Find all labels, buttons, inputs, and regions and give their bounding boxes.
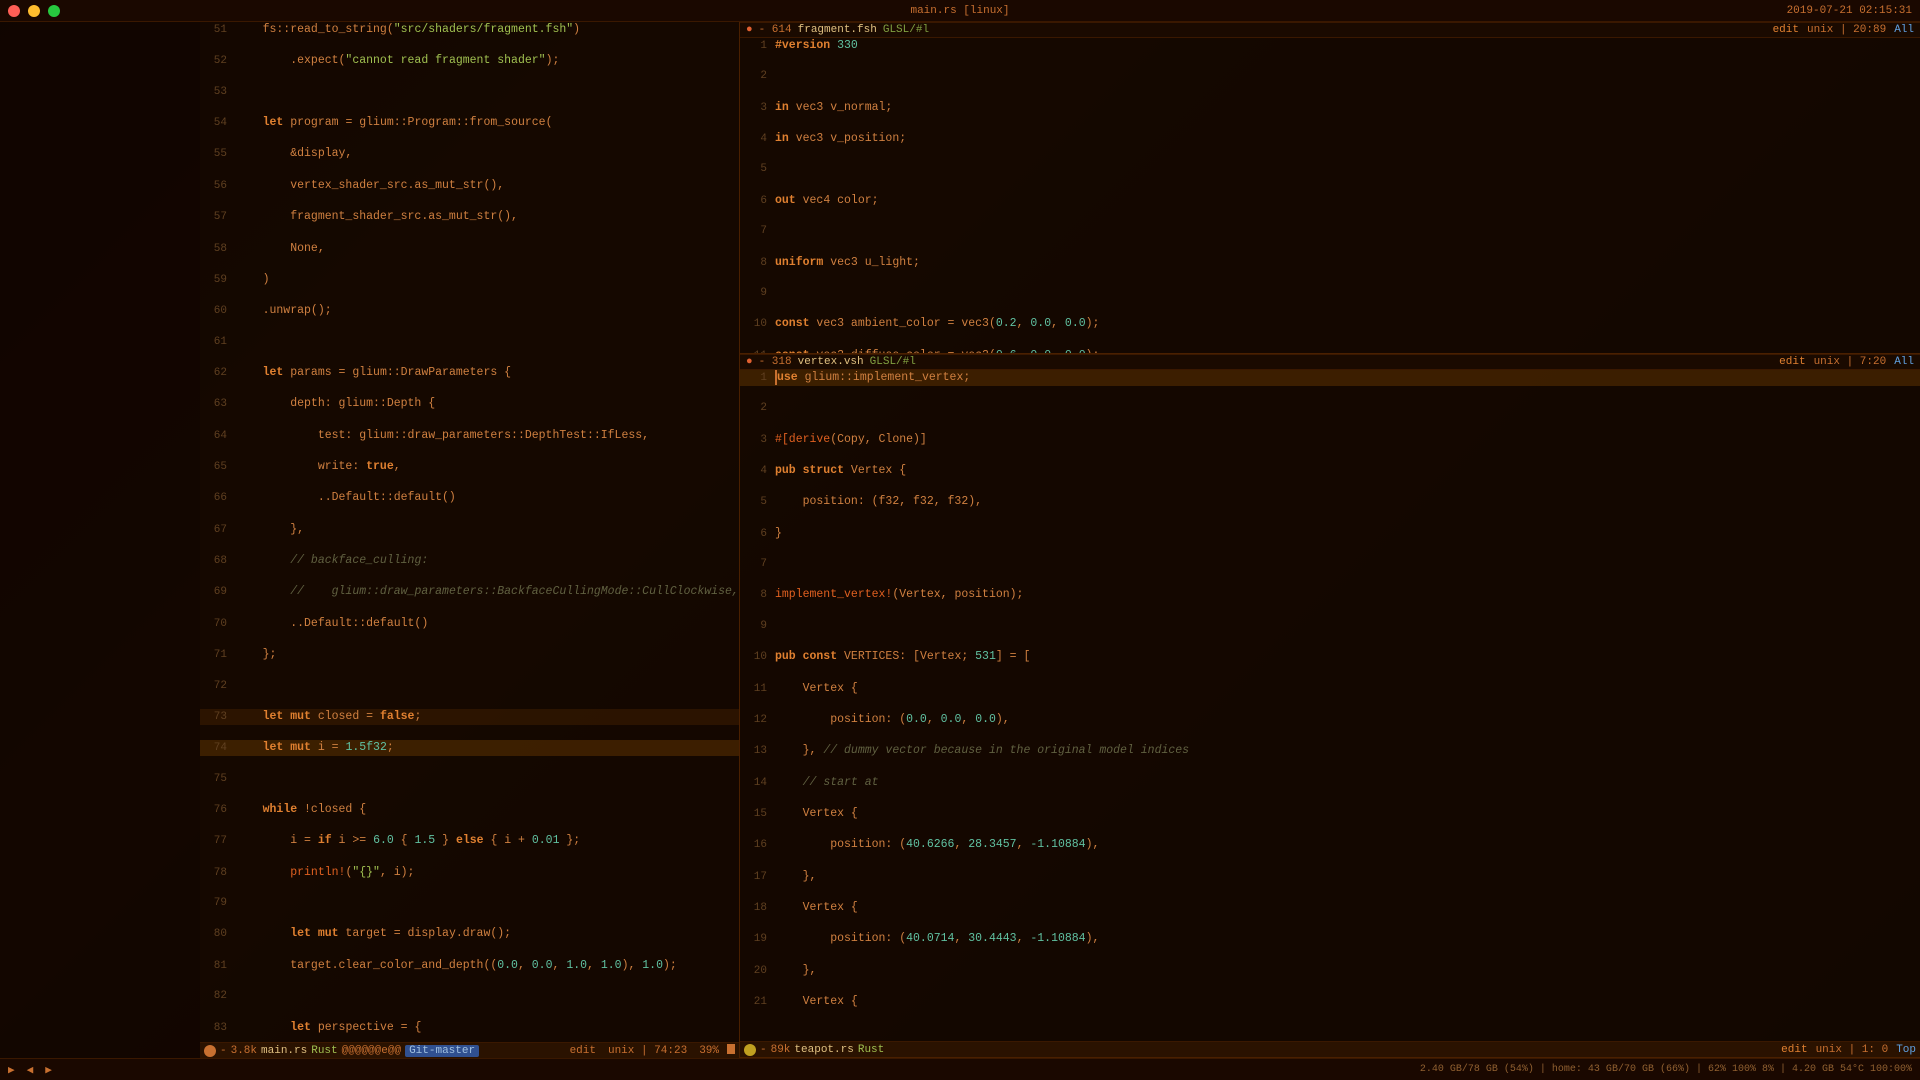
teapot-filename: teapot.rs [794,1044,853,1056]
left-pane: 51 fs::read_to_string("src/shaders/fragm… [200,22,740,1058]
main-rs-encoding: unix | 74:23 [608,1045,687,1057]
vertex-linecount: - 318 [759,356,792,368]
fragment-filename: fragment.fsh [798,24,877,36]
fragment-num: ● [746,24,753,36]
fragment-pane: ● - 614 fragment.fsh GLSL/#l edit unix |… [740,22,1920,354]
vertex-num: ● [746,356,753,368]
main-rs-progress [727,1044,735,1058]
status-indicator-teapot [744,1044,756,1056]
maximize-btn[interactable] [48,5,60,17]
bottom-next-btn[interactable]: ▶ [45,1063,52,1077]
fragment-linecount: - 614 [759,24,792,36]
close-btn[interactable] [8,5,20,17]
datetime: 2019-07-21 02:15:31 [1787,5,1912,17]
bottom-play-btn[interactable]: ▶ [8,1063,15,1077]
editor-container: 51 fs::read_to_string("src/shaders/fragm… [200,22,1920,1058]
bottom-bar: ▶ ◀ ▶ 2.40 GB/78 GB (54%) | home: 43 GB/… [0,1058,1920,1080]
main-rs-linecount: 3.8k [231,1045,257,1057]
fragment-code[interactable]: 1#version 330 2 3in vec3 v_normal; 4in v… [740,38,1920,354]
vertex-filetype: GLSL/#l [870,356,916,368]
vertex-all-btn[interactable]: All [1894,356,1914,368]
main-rs-status: - 3.8k main.rs Rust @@@@@@e@@ Git-master… [200,1042,739,1058]
vertex-code[interactable]: 1 use glium::implement_vertex; 2 3#[deri… [740,370,1920,1041]
main-rs-file-num: - [220,1045,227,1057]
teapot-linecount: 89k [771,1044,791,1056]
status-indicator-main [204,1045,216,1057]
vertex-header: ● - 318 vertex.vsh GLSL/#l edit unix | 7… [740,354,1920,370]
teapot-mode: edit [1781,1044,1807,1056]
main-rs-mode: edit [570,1045,596,1057]
fragment-header-right: edit unix | 20:89 All [1773,24,1914,36]
fragment-mode: edit [1773,24,1799,36]
main-rs-filename: main.rs [261,1045,307,1057]
teapot-top-btn[interactable]: Top [1896,1044,1916,1056]
vertex-mode: edit [1779,356,1805,368]
main-rs-status-icons: @@@@@@e@@ [342,1045,401,1057]
bottom-sys-info: 2.40 GB/78 GB (54%) | home: 43 GB/70 GB … [1420,1064,1912,1075]
vertex-header-right: edit unix | 7:20 All [1779,356,1914,368]
window-controls [8,5,60,17]
top-bar: main.rs [linux] 2019-07-21 02:15:31 [0,0,1920,22]
minimize-btn[interactable] [28,5,40,17]
progress-fill [727,1044,735,1054]
main-rs-percent: 39% [699,1045,719,1057]
teapot-header-right: edit unix | 1: 0 Top [1781,1044,1916,1056]
sidebar [0,22,200,1058]
vertex-filename: vertex.vsh [798,356,864,368]
teapot-file-num: - [760,1044,767,1056]
main-rs-code[interactable]: 51 fs::read_to_string("src/shaders/fragm… [200,22,739,1042]
fragment-header: ● - 614 fragment.fsh GLSL/#l edit unix |… [740,22,1920,38]
teapot-status: - 89k teapot.rs Rust edit unix | 1: 0 To… [740,1041,1920,1057]
vertex-encoding: unix | 7:20 [1814,356,1887,368]
window-title: main.rs [linux] [910,5,1009,17]
teapot-lang: Rust [858,1044,884,1056]
main-rs-lang: Rust [311,1045,337,1057]
fragment-all-btn[interactable]: All [1894,24,1914,36]
teapot-encoding: unix | 1: 0 [1816,1044,1889,1056]
git-branch: Git-master [405,1045,479,1057]
right-pane: ● - 614 fragment.fsh GLSL/#l edit unix |… [740,22,1920,1058]
bottom-prev-btn[interactable]: ◀ [27,1063,34,1077]
right-bottom-split: ● - 318 vertex.vsh GLSL/#l edit unix | 7… [740,354,1920,1058]
fragment-encoding: unix | 20:89 [1807,24,1886,36]
fragment-filetype: GLSL/#l [883,24,929,36]
vertex-pane: ● - 318 vertex.vsh GLSL/#l edit unix | 7… [740,354,1920,1058]
